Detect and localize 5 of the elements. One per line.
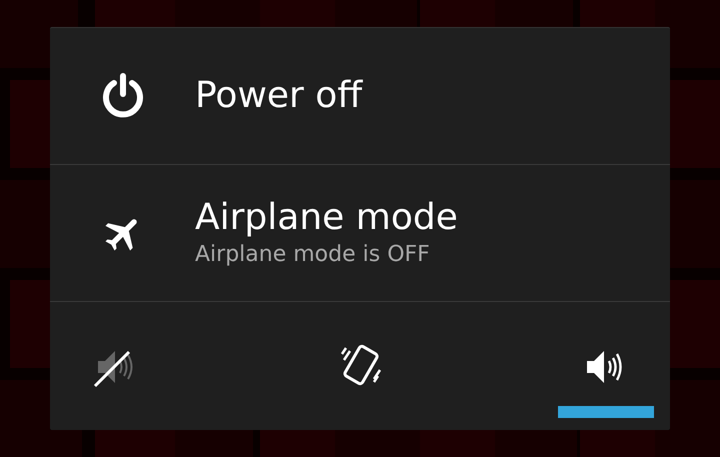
menu-item[interactable]: Power off: [50, 28, 670, 165]
item-title: Power off: [195, 74, 362, 118]
item-subtitle: Airplane mode is OFF: [195, 241, 431, 269]
menu-item[interactable]: Airplane mode Airplane mode is OFF: [50, 165, 670, 302]
item-title: Airplane mode: [195, 196, 458, 240]
